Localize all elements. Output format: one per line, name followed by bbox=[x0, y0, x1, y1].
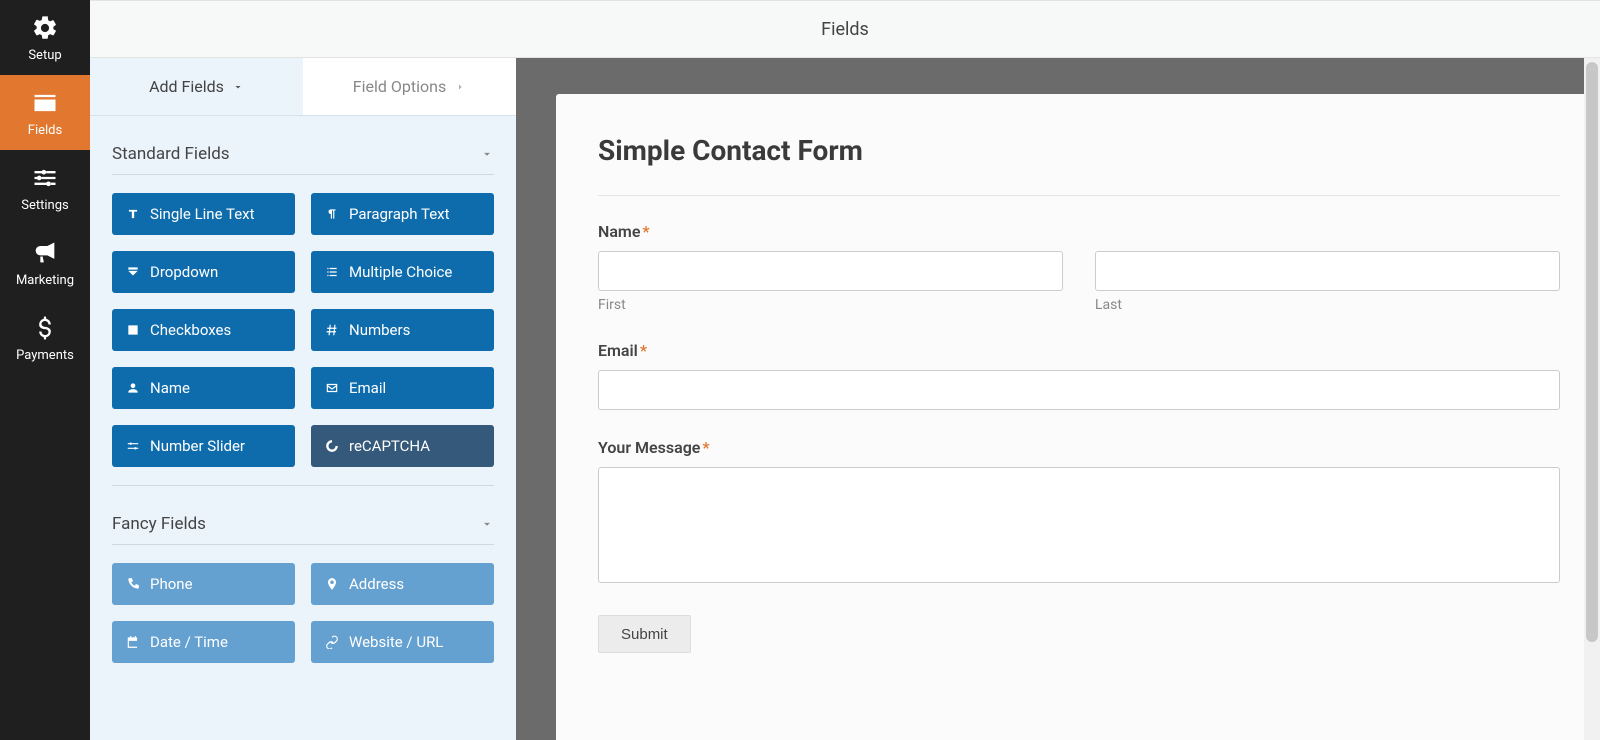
paragraph-icon bbox=[325, 207, 339, 221]
name-label: Name* bbox=[598, 222, 1560, 241]
field-recaptcha[interactable]: reCAPTCHA bbox=[311, 425, 494, 467]
chip-label: Number Slider bbox=[150, 437, 245, 455]
submit-label: Submit bbox=[621, 626, 668, 643]
label-text: Name bbox=[598, 222, 640, 241]
phone-icon bbox=[126, 577, 140, 591]
chip-label: Multiple Choice bbox=[349, 263, 452, 281]
last-sublabel: Last bbox=[1095, 297, 1560, 313]
topbar: Fields bbox=[90, 0, 1600, 58]
form-preview: Simple Contact Form Name* First Last Ema… bbox=[556, 94, 1600, 740]
first-name-input[interactable] bbox=[598, 251, 1063, 291]
chip-label: Address bbox=[349, 575, 404, 593]
pin-icon bbox=[325, 577, 339, 591]
preview-area: Simple Contact Form Name* First Last Ema… bbox=[516, 58, 1600, 740]
required-asterisk: * bbox=[642, 222, 649, 241]
tab-label: Field Options bbox=[353, 77, 446, 96]
divider bbox=[112, 544, 494, 545]
nav-payments[interactable]: Payments bbox=[0, 300, 90, 375]
field-phone[interactable]: Phone bbox=[112, 563, 295, 605]
divider bbox=[598, 195, 1560, 196]
section-header-fancy[interactable]: Fancy Fields bbox=[112, 486, 494, 544]
field-multiple-choice[interactable]: Multiple Choice bbox=[311, 251, 494, 293]
tab-add-fields[interactable]: Add Fields bbox=[90, 58, 303, 115]
tab-label: Add Fields bbox=[149, 77, 224, 96]
page-title: Fields bbox=[821, 19, 869, 40]
text-icon bbox=[126, 207, 140, 221]
link-icon bbox=[325, 635, 339, 649]
chip-label: Checkboxes bbox=[150, 321, 231, 339]
chevron-down-icon bbox=[232, 81, 244, 93]
field-address[interactable]: Address bbox=[311, 563, 494, 605]
chip-label: Website / URL bbox=[349, 633, 443, 651]
bullhorn-icon bbox=[31, 239, 59, 267]
nav-label: Marketing bbox=[16, 273, 74, 288]
chip-label: Numbers bbox=[349, 321, 410, 339]
message-label: Your Message* bbox=[598, 438, 1560, 457]
scrollbar-thumb[interactable] bbox=[1586, 62, 1598, 642]
chip-label: Dropdown bbox=[150, 263, 218, 281]
field-email[interactable]: Email bbox=[311, 367, 494, 409]
nav-label: Setup bbox=[28, 48, 61, 63]
message-textarea[interactable] bbox=[598, 467, 1560, 583]
person-icon bbox=[126, 381, 140, 395]
chevron-down-icon bbox=[480, 147, 494, 161]
nav-label: Payments bbox=[16, 348, 74, 363]
scrollbar[interactable] bbox=[1584, 58, 1600, 740]
nav-fields[interactable]: Fields bbox=[0, 75, 90, 150]
chip-label: reCAPTCHA bbox=[349, 437, 430, 455]
label-text: Email bbox=[598, 341, 638, 360]
sliders-icon bbox=[31, 164, 59, 192]
envelope-icon bbox=[325, 381, 339, 395]
check-icon bbox=[126, 323, 140, 337]
hash-icon bbox=[325, 323, 339, 337]
divider bbox=[112, 174, 494, 175]
field-numbers[interactable]: Numbers bbox=[311, 309, 494, 351]
field-date-time[interactable]: Date / Time bbox=[112, 621, 295, 663]
field-number-slider[interactable]: Number Slider bbox=[112, 425, 295, 467]
section-header-standard[interactable]: Standard Fields bbox=[112, 116, 494, 174]
chip-label: Name bbox=[150, 379, 190, 397]
field-website-url[interactable]: Website / URL bbox=[311, 621, 494, 663]
chevron-right-icon bbox=[454, 81, 466, 93]
chip-label: Paragraph Text bbox=[349, 205, 450, 223]
form-list-icon bbox=[31, 89, 59, 117]
required-asterisk: * bbox=[702, 438, 709, 457]
gear-icon bbox=[31, 14, 59, 42]
email-label: Email* bbox=[598, 341, 1560, 360]
list-icon bbox=[325, 265, 339, 279]
field-checkboxes[interactable]: Checkboxes bbox=[112, 309, 295, 351]
chip-label: Email bbox=[349, 379, 386, 397]
nav-label: Settings bbox=[21, 198, 68, 213]
nav-setup[interactable]: Setup bbox=[0, 0, 90, 75]
form-title: Simple Contact Form bbox=[598, 134, 1560, 167]
field-name[interactable]: Name bbox=[112, 367, 295, 409]
fields-panel: Add Fields Field Options Standard Fields… bbox=[90, 58, 516, 740]
dollar-icon bbox=[31, 314, 59, 342]
sliders-icon bbox=[126, 439, 140, 453]
label-text: Your Message bbox=[598, 438, 700, 457]
section-title: Standard Fields bbox=[112, 144, 230, 164]
required-asterisk: * bbox=[640, 341, 647, 360]
nav-label: Fields bbox=[28, 123, 62, 138]
tab-field-options[interactable]: Field Options bbox=[303, 58, 516, 115]
chip-label: Date / Time bbox=[150, 633, 228, 651]
nav-marketing[interactable]: Marketing bbox=[0, 225, 90, 300]
calendar-icon bbox=[126, 635, 140, 649]
email-input[interactable] bbox=[598, 370, 1560, 410]
field-paragraph-text[interactable]: Paragraph Text bbox=[311, 193, 494, 235]
last-name-input[interactable] bbox=[1095, 251, 1560, 291]
field-single-line-text[interactable]: Single Line Text bbox=[112, 193, 295, 235]
field-dropdown[interactable]: Dropdown bbox=[112, 251, 295, 293]
chevron-down-icon bbox=[480, 517, 494, 531]
dropdown-icon bbox=[126, 265, 140, 279]
submit-button[interactable]: Submit bbox=[598, 615, 691, 653]
section-title: Fancy Fields bbox=[112, 514, 206, 534]
chip-label: Single Line Text bbox=[150, 205, 255, 223]
chip-label: Phone bbox=[150, 575, 193, 593]
first-sublabel: First bbox=[598, 297, 1063, 313]
nav-settings[interactable]: Settings bbox=[0, 150, 90, 225]
recaptcha-icon bbox=[325, 439, 339, 453]
